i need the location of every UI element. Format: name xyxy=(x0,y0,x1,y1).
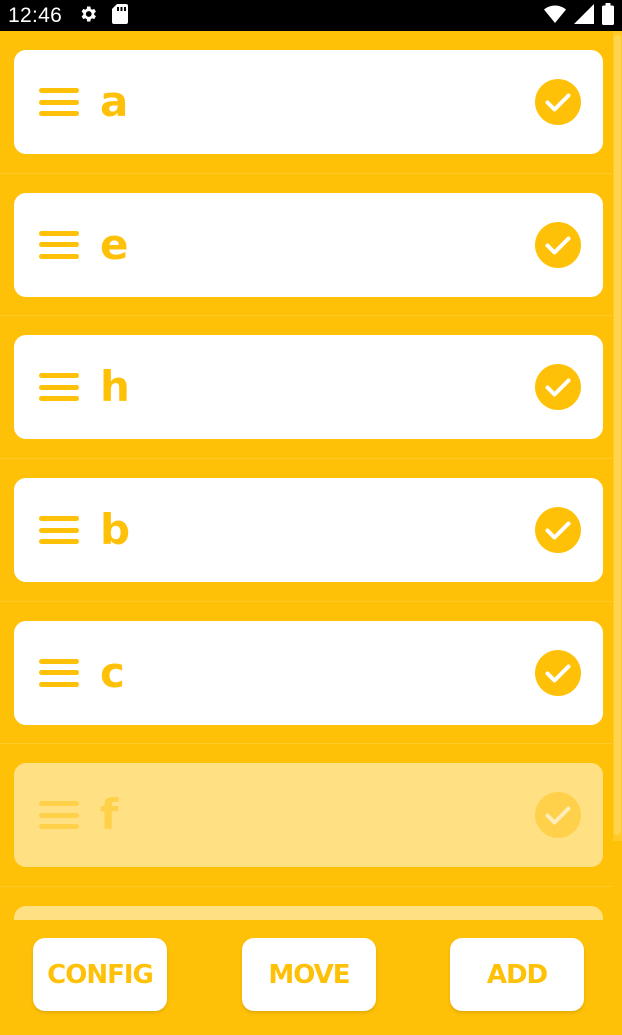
list-item[interactable]: b xyxy=(0,459,612,602)
scrollbar-thumb[interactable] xyxy=(614,35,621,835)
scrollbar[interactable] xyxy=(613,31,622,841)
list-item[interactable]: h xyxy=(0,316,612,460)
list-item[interactable]: c xyxy=(0,602,612,745)
check-icon[interactable] xyxy=(535,507,581,554)
item-label: a xyxy=(100,77,129,126)
status-icons-left xyxy=(78,3,129,28)
drag-handle-icon[interactable] xyxy=(39,658,79,687)
check-icon[interactable] xyxy=(535,221,581,268)
item-card[interactable]: b xyxy=(14,478,603,583)
item-card-faded[interactable]: f xyxy=(14,763,603,868)
drag-handle-icon[interactable] xyxy=(39,516,79,545)
battery-icon xyxy=(602,2,614,29)
drag-handle-icon[interactable] xyxy=(39,801,79,830)
item-label: e xyxy=(100,219,129,269)
status-time: 12:46 xyxy=(8,3,63,27)
check-icon[interactable] xyxy=(535,79,581,125)
sd-card-icon xyxy=(112,3,129,28)
list-item[interactable]: a xyxy=(0,31,612,174)
check-icon[interactable] xyxy=(535,649,581,696)
signal-icon xyxy=(574,3,594,28)
status-icons-right xyxy=(544,2,614,29)
wifi-icon xyxy=(544,5,566,27)
item-label: f xyxy=(100,790,119,840)
move-button[interactable]: MOVE xyxy=(242,938,376,1011)
bottom-bar: CONFIG MOVE ADD xyxy=(0,920,622,1035)
list-item[interactable]: e xyxy=(0,174,612,317)
check-icon[interactable] xyxy=(535,364,581,411)
drag-handle-icon[interactable] xyxy=(39,230,79,259)
item-card[interactable]: e xyxy=(14,192,603,297)
item-card[interactable]: a xyxy=(14,50,603,154)
item-card[interactable]: c xyxy=(14,620,603,725)
item-list[interactable]: a e h b c f xyxy=(0,31,612,920)
item-label: b xyxy=(100,505,131,555)
item-label: c xyxy=(100,647,125,697)
drag-handle-icon[interactable] xyxy=(39,373,79,402)
add-button[interactable]: ADD xyxy=(450,938,584,1011)
check-icon[interactable] xyxy=(535,792,581,839)
drag-handle-icon[interactable] xyxy=(39,88,79,116)
item-label: h xyxy=(100,362,130,412)
settings-icon xyxy=(78,4,98,28)
list-item[interactable]: f xyxy=(0,744,612,888)
item-card[interactable]: h xyxy=(14,335,603,440)
status-bar: 12:46 xyxy=(0,0,622,31)
config-button[interactable]: CONFIG xyxy=(33,938,167,1011)
